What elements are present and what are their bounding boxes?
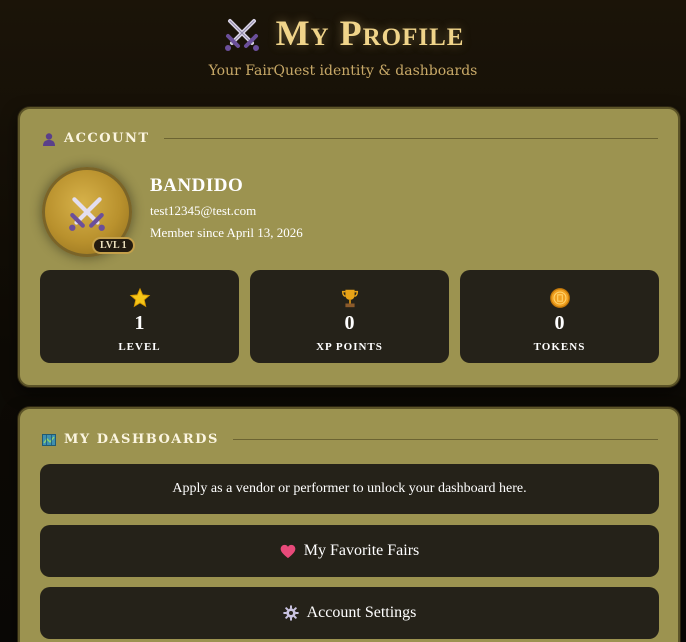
gear-icon	[282, 605, 299, 621]
avatar-container: LVL 1	[42, 167, 135, 257]
page-title-text: My Profile	[275, 13, 465, 53]
section-divider	[232, 439, 658, 440]
heart-icon	[280, 544, 296, 558]
favorite-fairs-button[interactable]: My Favorite Fairs	[40, 525, 659, 577]
user-info: BANDIDO test12345@test.com Member since …	[150, 175, 303, 241]
page-subtitle: Your FairQuest identity & dashboards	[208, 63, 478, 79]
stat-value-tokens: 0	[554, 312, 565, 334]
stat-card-xp: 0 XP POINTS	[250, 270, 449, 363]
dashboards-panel: MY DASHBOARDS Apply as a vendor or perfo…	[18, 407, 680, 642]
user-icon	[43, 132, 55, 146]
star-icon	[129, 287, 151, 309]
account-section-label: ACCOUNT	[64, 131, 150, 146]
dashboard-unlock-notice: Apply as a vendor or performer to unlock…	[40, 464, 659, 514]
page-header: My Profile Your FairQuest identity & das…	[0, 12, 686, 79]
stat-label-level: LEVEL	[118, 341, 161, 353]
account-panel: ACCOUNT LVL 1 BANDIDO test12345@test.com…	[18, 107, 680, 387]
member-since: Member since April 13, 2026	[150, 225, 303, 240]
stat-label-xp: XP POINTS	[316, 341, 383, 353]
level-badge: LVL 1	[92, 237, 135, 254]
account-settings-label: Account Settings	[306, 604, 417, 621]
coin-icon	[549, 287, 571, 309]
stat-card-tokens: 0 TOKENS	[460, 270, 659, 363]
dashboards-section-label: MY DASHBOARDS	[64, 432, 219, 447]
crossed-swords-icon	[224, 19, 259, 51]
section-divider	[163, 138, 658, 139]
trophy-icon	[339, 287, 361, 309]
user-email: test12345@test.com	[150, 203, 257, 218]
stat-value-xp: 0	[344, 312, 355, 334]
stat-label-tokens: TOKENS	[533, 341, 586, 353]
username: BANDIDO	[150, 175, 244, 196]
favorite-fairs-label: My Favorite Fairs	[303, 542, 420, 559]
crossed-swords-icon	[69, 197, 105, 231]
dashboards-section-header: MY DASHBOARDS	[42, 432, 658, 447]
stats-row: 1 LEVEL 0 XP POINTS 0 TOKENS	[40, 270, 659, 363]
notice-text: Apply as a vendor or performer to unlock…	[172, 481, 527, 496]
account-section-header: ACCOUNT	[42, 131, 658, 146]
account-settings-button[interactable]: Account Settings	[40, 587, 659, 639]
page-title: My Profile	[222, 12, 465, 54]
map-icon	[42, 433, 56, 446]
stat-card-level: 1 LEVEL	[40, 270, 239, 363]
stat-value-level: 1	[134, 312, 145, 334]
